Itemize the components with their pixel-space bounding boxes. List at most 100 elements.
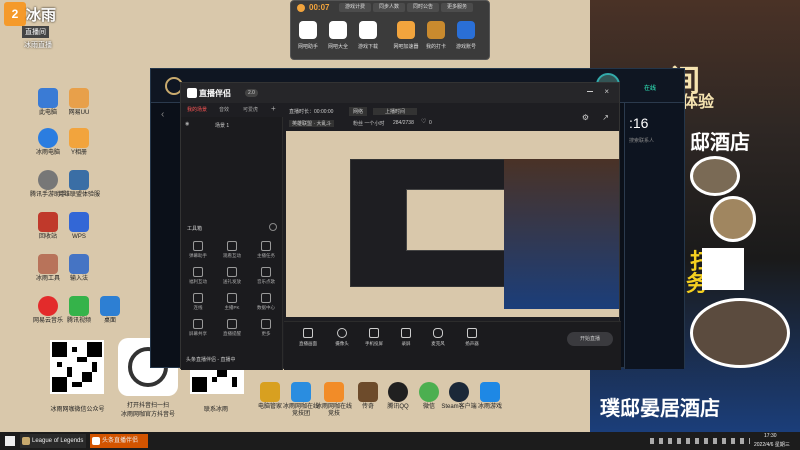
tool-icon	[227, 267, 237, 277]
tool-button[interactable]: 弹幕助手	[183, 241, 213, 259]
dock-icon[interactable]: 冰雨游戏	[472, 382, 508, 411]
tool-button[interactable]: 音乐点歌	[251, 267, 281, 285]
recycle-bin-icon	[38, 212, 58, 232]
tool-icon	[193, 241, 203, 251]
monitor-icon	[69, 170, 89, 190]
dock-icon[interactable]: 冰雨网咖在线竞技	[316, 382, 352, 418]
camera-icon	[337, 328, 347, 338]
corner-logo: 2 冰雨 直播间 冰雨直播	[4, 2, 56, 54]
bottom-button[interactable]: 麦克风	[424, 328, 452, 347]
close-icon[interactable]: ×	[604, 87, 609, 96]
toolbar-app-icon[interactable]	[329, 21, 347, 39]
tool-button[interactable]: 观看互动	[217, 241, 247, 259]
category-extra: 粉丝 一个小时	[353, 121, 385, 127]
tool-button[interactable]: 主播PK	[217, 293, 247, 311]
logo-line3: 冰雨直播	[24, 42, 52, 49]
lol-back-icon[interactable]: ‹	[161, 109, 164, 120]
add-scene-icon[interactable]: +	[271, 104, 276, 113]
tool-button[interactable]: 屏幕共享	[183, 319, 213, 337]
toolbar-icon-label: 我的打卡	[425, 44, 446, 50]
bottom-button[interactable]: 扬声器	[458, 328, 486, 347]
toolbar-btn-2[interactable]: 同步人数	[373, 3, 405, 12]
tool-icon	[193, 319, 203, 329]
timer-text: 00:07	[309, 3, 330, 12]
speaker-icon	[467, 328, 477, 338]
lightning-icon	[291, 382, 311, 402]
poster-room-photo	[690, 156, 740, 196]
toolbar-app-icon[interactable]	[397, 21, 415, 39]
qq-penguin-icon	[388, 382, 408, 402]
app-left-panel: ◉ 场景 1 工具箱 弹幕助手 观看互动 主播任务 福利互动 送礼发放 音乐点歌…	[181, 117, 283, 370]
scene-item[interactable]: ◉ 场景 1	[185, 121, 279, 131]
tool-icon	[261, 241, 271, 251]
taskbar: League of Legends 头条直播伴侣 17:30 2022/4/6 …	[0, 432, 800, 450]
stream-info-2: 上播时间	[373, 108, 418, 115]
desktop-icon[interactable]: Y相册	[56, 128, 102, 157]
desktop: 2 冰雨 直播间 冰雨直播 此电脑 网易UU 冰雨电脑 Y相册 腾讯手游助手 英…	[0, 0, 800, 450]
toolbox-collapse-icon[interactable]	[269, 223, 277, 231]
start-stream-button[interactable]: 开始直播	[567, 332, 613, 346]
bottom-button[interactable]: 手机投屏	[360, 328, 388, 347]
game-icon	[358, 382, 378, 402]
bottom-button[interactable]: 录屏	[392, 328, 420, 347]
game-controller-icon	[480, 382, 500, 402]
desktop-icon[interactable]: 英雄联盟体验服	[56, 170, 102, 199]
tool-icon	[227, 241, 237, 251]
toolbar-app-icon[interactable]	[427, 21, 445, 39]
start-windows-icon[interactable]	[5, 436, 15, 446]
tool-button[interactable]: 数据中心	[251, 293, 281, 311]
tab-sound[interactable]: 音效	[219, 106, 229, 113]
microphone-icon	[433, 328, 443, 338]
taskbar-item-lol[interactable]: League of Legends	[20, 434, 86, 448]
tab-cute[interactable]: 可爱虎	[243, 106, 258, 113]
toolbar-app-icon[interactable]	[359, 21, 377, 39]
keyboard-icon	[69, 254, 89, 274]
toolbar-btn-3[interactable]: 同时公告	[407, 3, 439, 12]
bottom-button[interactable]: 直播画面	[294, 328, 322, 347]
toolbar-btn-4[interactable]: 更多服务	[441, 3, 473, 12]
eye-icon: ◉	[185, 121, 190, 127]
tool-button[interactable]: 主播任务	[251, 241, 281, 259]
qr-caption: 打开抖音扫一扫 冰雨网咖官方抖音号	[120, 403, 175, 418]
tab-scene[interactable]: 我的场景	[187, 106, 207, 113]
toolbar-app-icon[interactable]	[299, 21, 317, 39]
tool-icon	[227, 293, 237, 303]
computer-icon	[38, 88, 58, 108]
desktop-icon[interactable]: 桌面	[87, 296, 133, 325]
taskbar-item-stream[interactable]: 头条直播伴侣	[90, 434, 148, 448]
share-icon[interactable]: ↗	[602, 113, 609, 122]
viewer-count: 284/2738	[393, 120, 414, 126]
lol-search[interactable]: 搜索联系人	[629, 137, 654, 144]
logo-badge-icon: 2	[4, 2, 26, 26]
gear-icon[interactable]: ⚙	[582, 113, 589, 122]
desktop-icon[interactable]: WPS	[56, 212, 102, 241]
toolbar-icon-label: 网吧加速器	[393, 44, 419, 50]
heart-icon: ♡	[421, 119, 427, 125]
tool-button[interactable]: 更多	[251, 319, 281, 337]
stream-info-btn[interactable]: 网络	[349, 107, 368, 116]
dock-icon[interactable]: 冰雨网咖在线竞技团	[283, 382, 319, 418]
stream-preview	[286, 131, 619, 317]
desktop-shortcut-icon	[100, 296, 120, 316]
top-toolbar: 00:07 游戏计费 同步人数 同时公告 更多服务 网吧助手 网吧大全 游戏下载…	[290, 0, 490, 60]
video-icon	[69, 296, 89, 316]
tool-button[interactable]: 连线	[183, 293, 213, 311]
lol-time: :16	[629, 115, 649, 131]
tool-button[interactable]: 直播提醒	[217, 319, 247, 337]
toolbar-btn-1[interactable]: 游戏计费	[339, 3, 371, 12]
stream-info-1: 直播时长：00:00:00	[289, 109, 334, 115]
tool-icon	[261, 293, 271, 303]
qr-caption: 冰雨网咖微信公众号	[50, 407, 105, 413]
category-label[interactable]: 英雄联盟 · 大乱斗	[289, 120, 335, 127]
tool-button[interactable]: 福利互动	[183, 267, 213, 285]
bottom-button[interactable]: 摄像头	[328, 328, 356, 347]
desktop-icon[interactable]: 网易UU	[56, 88, 102, 117]
app-bottom-bar: 直播画面 摄像头 手机投屏 录屏 麦克风 扬声器 开始直播	[284, 321, 621, 370]
desktop-icon[interactable]: 输入法	[56, 254, 102, 283]
tool-icon	[261, 267, 271, 277]
tool-button[interactable]: 送礼发放	[217, 267, 247, 285]
stream-app-status: 头条直播伴侣 - 直播中	[186, 357, 236, 363]
scene-label: 场景 1	[215, 123, 230, 129]
toolbar-app-icon[interactable]	[457, 21, 475, 39]
minimize-icon[interactable]	[587, 91, 593, 92]
